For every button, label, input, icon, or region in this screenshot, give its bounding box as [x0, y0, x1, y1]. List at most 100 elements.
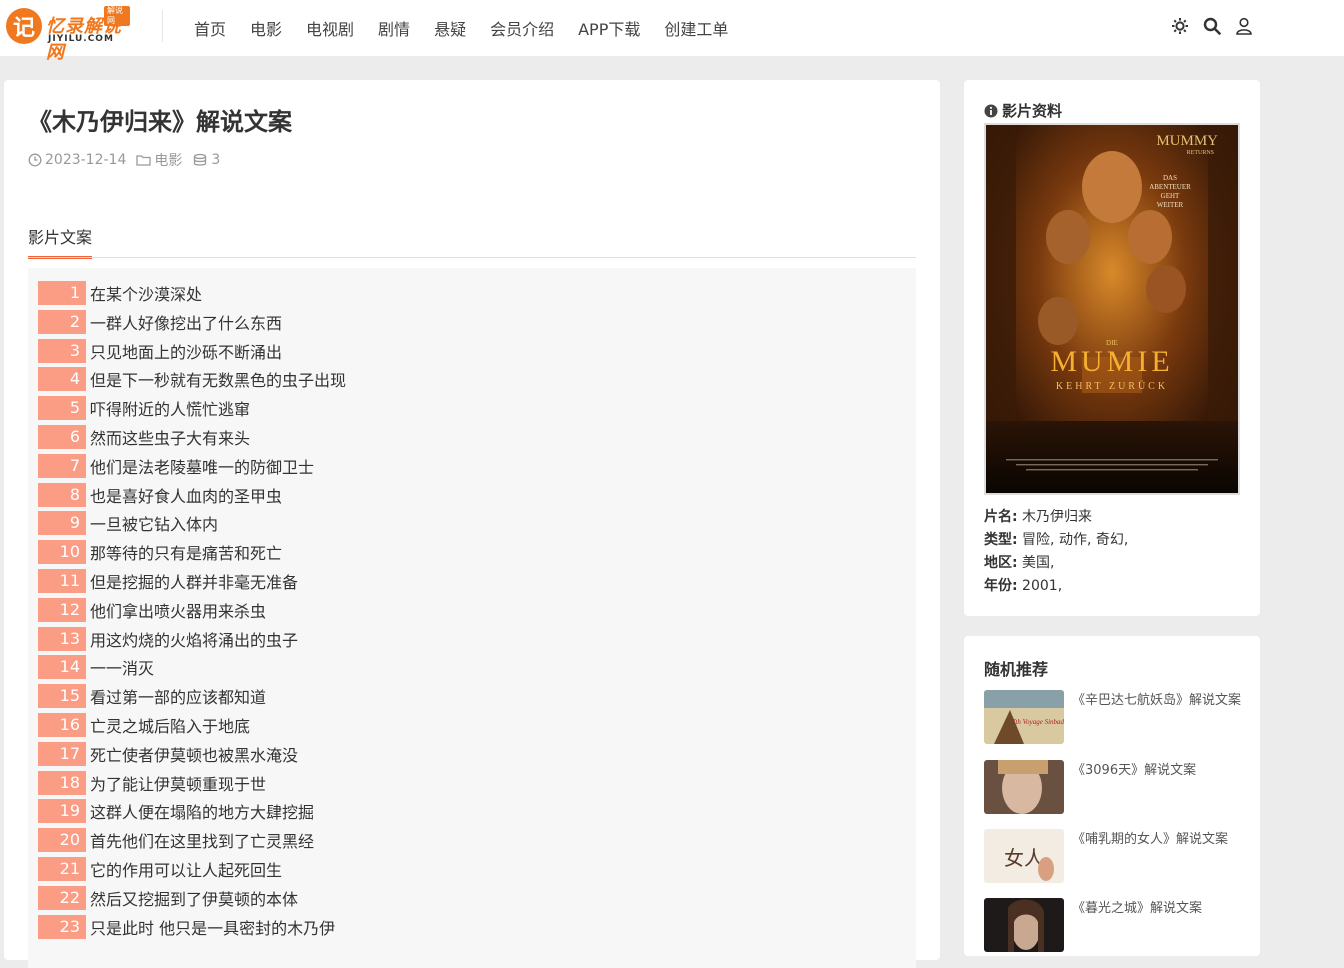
nav-suspense[interactable]: 悬疑 [434, 16, 466, 40]
line-text: 用这灼烧的火焰将涌出的虫子 [90, 630, 299, 650]
page-title: 《木乃伊归来》解说文案 [28, 108, 292, 136]
line-number: 15 [38, 684, 86, 709]
script-line: 7 他们是法老陵墓唯一的防御卫士 [38, 453, 314, 478]
line-text: 一群人好像挖出了什么东西 [90, 313, 283, 333]
meta-category-text: 电影 [154, 153, 183, 169]
recommend-thumb[interactable] [984, 760, 1064, 814]
line-number: 19 [38, 799, 86, 824]
poster-tagline-4: WEITER [1157, 201, 1184, 209]
meta-views: 3 [192, 152, 220, 168]
meta-category[interactable]: 电影 [136, 150, 182, 170]
nav-membership[interactable]: 会员介绍 [490, 16, 554, 40]
detail-title: 片名: 木乃伊归来 [984, 509, 1093, 525]
poster-tagline-1: DAS [1163, 174, 1177, 182]
line-text: 但是下一秒就有无数黑色的虫子出现 [90, 371, 347, 391]
meta-date: 2023-12-14 [28, 152, 126, 168]
film-details: 片名: 木乃伊归来 类型: 冒险, 动作, 奇幻, 地区: 美国, 年份: 20… [984, 506, 1128, 598]
recommend-item[interactable]: 《3096天》解说文案 [984, 760, 1244, 814]
clock-icon [28, 153, 42, 167]
logo-domain: JIYILU.COM [48, 34, 114, 44]
theme-icon[interactable] [1168, 14, 1192, 38]
random-recommend-card: 随机推荐 7th Voyage Sinbad 《辛巴达七航妖岛》解说文案 《30… [964, 636, 1260, 956]
script-line: 9 一旦被它钻入体内 [38, 511, 219, 536]
line-text: 他们拿出喷火器用来杀虫 [90, 601, 267, 621]
poster-main-title: MUMIE [1050, 345, 1173, 378]
line-number: 14 [38, 655, 86, 680]
line-text: 然而这些虫子大有来头 [90, 429, 251, 448]
search-icon[interactable] [1200, 14, 1224, 38]
script-line: 13 用这灼烧的火焰将涌出的虫子 [38, 626, 299, 651]
tab-script[interactable]: 影片文案 [28, 224, 93, 259]
meta-views-text: 3 [211, 152, 221, 168]
script-line: 8 也是喜好食人血肉的圣甲虫 [38, 482, 283, 507]
random-heading: 随机推荐 [984, 660, 1049, 679]
recommend-title[interactable]: 《暮光之城》解说文案 [1072, 900, 1244, 917]
line-number: 16 [38, 713, 86, 737]
nav-create-ticket[interactable]: 创建工单 [664, 16, 728, 40]
line-text: 一一消灭 [90, 659, 155, 679]
line-number: 13 [38, 626, 86, 651]
line-text: 看过第一部的应该都知道 [90, 688, 267, 708]
logo-badge: 解说网 [104, 6, 130, 26]
movie-poster[interactable]: MUMMY RETURNS DAS ABENTEUER GEHT WEITER … [984, 123, 1240, 495]
recommend-thumb[interactable]: 7th Voyage Sinbad [984, 690, 1064, 744]
line-text: 亡灵之城后陷入于地底 [90, 717, 251, 736]
line-text: 但是挖掘的人群并非毫无准备 [90, 573, 299, 592]
line-text: 在某个沙漠深处 [90, 285, 203, 304]
line-text: 为了能让伊莫顿重现于世 [90, 774, 267, 794]
line-text: 它的作用可以让人起死回生 [90, 861, 283, 880]
tab-divider [28, 257, 916, 258]
logo-mark: 记 [6, 8, 42, 44]
poster-top-title: MUMMY [1156, 133, 1218, 149]
line-number: 11 [38, 569, 86, 593]
header-tools [1168, 14, 1264, 38]
recommend-thumb-text: 7th Voyage Sinbad [1012, 718, 1064, 726]
recommend-thumb[interactable] [984, 898, 1064, 952]
recommend-title[interactable]: 《3096天》解说文案 [1072, 762, 1244, 779]
article-card: 《木乃伊归来》解说文案 2023-12-14 电影 3 影片文案 1 在某个沙漠深… [4, 80, 940, 968]
nav-app-download[interactable]: APP下载 [578, 16, 640, 40]
recommend-title[interactable]: 《辛巴达七航妖岛》解说文案 [1072, 692, 1244, 709]
nav-drama[interactable]: 剧情 [378, 16, 410, 40]
script-line: 16 亡灵之城后陷入于地底 [38, 713, 250, 737]
line-text: 死亡使者伊莫顿也被黑水淹没 [90, 745, 299, 765]
script-line: 11 但是挖掘的人群并非毫无准备 [38, 569, 298, 593]
recommend-item[interactable]: 7th Voyage Sinbad 《辛巴达七航妖岛》解说文案 [984, 690, 1244, 744]
line-text: 也是喜好食人血肉的圣甲虫 [90, 486, 283, 506]
script-line: 23 只是此时 他只是一具密封的木乃伊 [38, 914, 335, 939]
line-number: 7 [38, 453, 86, 478]
line-number: 9 [38, 511, 86, 536]
poster-sub-title: KEHRT ZURÜCK [1056, 380, 1168, 392]
coins-icon [194, 153, 207, 166]
line-text: 首先他们在这里找到了亡灵黑经 [90, 832, 315, 852]
line-number: 21 [38, 857, 86, 881]
line-text: 那等待的只有是痛苦和死亡 [90, 544, 283, 564]
line-number: 1 [38, 281, 86, 305]
line-number: 17 [38, 741, 86, 766]
recommend-title[interactable]: 《哺乳期的女人》解说文案 [1072, 831, 1244, 848]
recommend-thumb[interactable]: 女人 [984, 829, 1064, 883]
line-number: 18 [38, 770, 86, 795]
folder-icon [136, 155, 152, 166]
site-logo[interactable]: 记 忆录解说网 JIYILU.COM 解说网 [6, 6, 130, 63]
nav-movie[interactable]: 电影 [250, 16, 282, 40]
recommend-item[interactable]: 女人 《哺乳期的女人》解说文案 [984, 829, 1244, 883]
script-line: 5 吓得附近的人慌忙逃窜 [38, 396, 250, 421]
line-number: 3 [38, 338, 86, 363]
nav-home[interactable]: 首页 [194, 16, 226, 40]
top-navbar: 记 忆录解说网 JIYILU.COM 解说网 首页 电影 电视剧 剧情 悬疑 会… [0, 0, 1344, 63]
user-icon[interactable] [1232, 14, 1256, 38]
line-number: 4 [38, 367, 86, 392]
main-nav: 首页 电影 电视剧 剧情 悬疑 会员介绍 APP下载 创建工单 [182, 0, 740, 56]
line-number: 2 [38, 309, 86, 334]
recommend-item[interactable]: 《暮光之城》解说文案 [984, 898, 1244, 952]
meta-date-text: 2023-12-14 [45, 152, 127, 168]
poster-tagline-3: GEHT [1161, 192, 1180, 200]
detail-region: 地区: 美国, [984, 555, 1055, 571]
line-text: 一旦被它钻入体内 [90, 515, 219, 535]
nav-tv[interactable]: 电视剧 [306, 16, 354, 40]
script-line: 15 看过第一部的应该都知道 [38, 684, 267, 709]
script-line: 1 在某个沙漠深处 [38, 281, 202, 305]
script-line: 14 一一消灭 [38, 655, 155, 680]
line-number: 6 [38, 425, 86, 449]
